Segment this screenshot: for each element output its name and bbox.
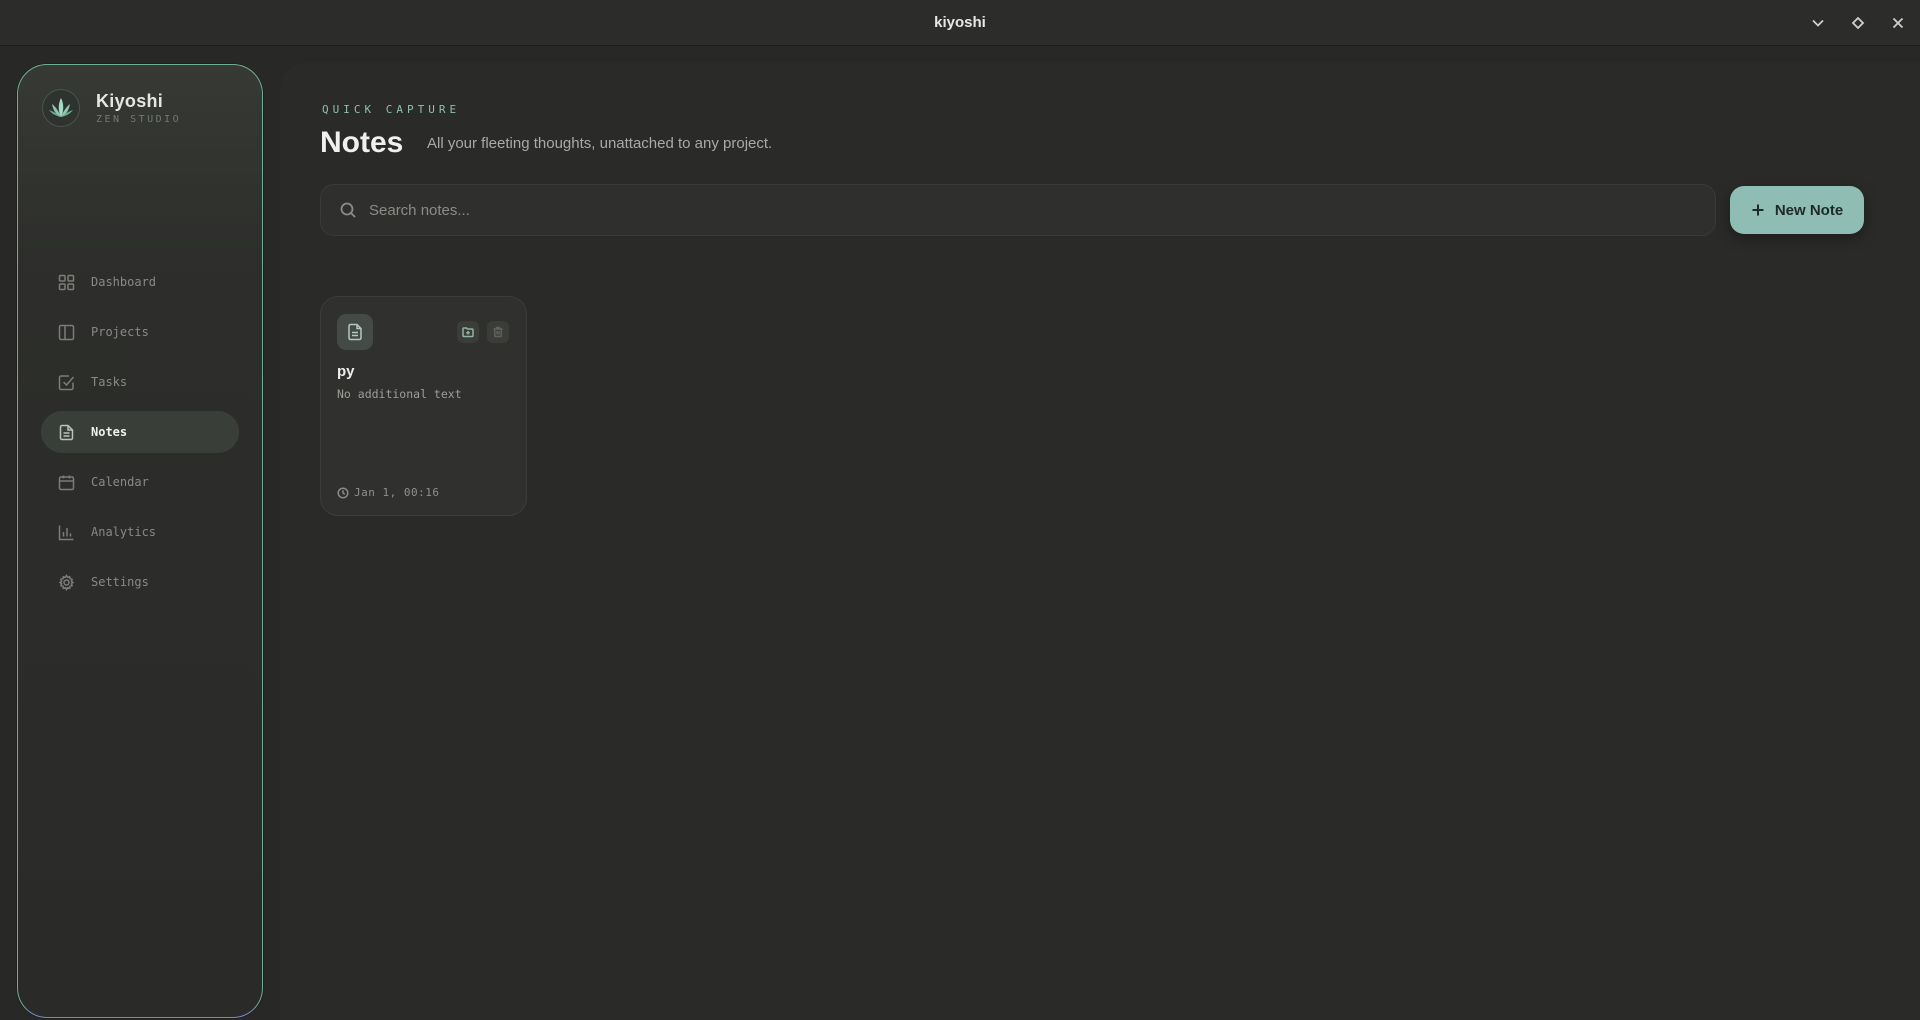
- new-note-label: New Note: [1774, 201, 1844, 219]
- search-input[interactable]: [369, 201, 1689, 219]
- main-panel: QUICK CAPTURE Notes All your fleeting th…: [280, 62, 1920, 1020]
- bar-chart-icon: [58, 525, 74, 540]
- maximize-button[interactable]: [1848, 13, 1868, 33]
- sidebar-item-label: Tasks: [91, 375, 128, 389]
- sidebar-item-projects[interactable]: Projects: [41, 311, 239, 353]
- lotus-leaf-icon: [49, 98, 73, 117]
- sidebar: Kiyoshi ZEN STUDIO Dashboard Projects Ta…: [17, 64, 263, 1018]
- close-button[interactable]: [1888, 13, 1908, 33]
- page-eyebrow: QUICK CAPTURE: [322, 103, 461, 116]
- sidebar-item-label: Settings: [91, 575, 149, 589]
- page-title: Notes: [320, 126, 404, 159]
- brand[interactable]: Kiyoshi ZEN STUDIO: [42, 89, 181, 127]
- columns-icon: [58, 324, 75, 340]
- minimize-button[interactable]: [1808, 13, 1828, 33]
- brand-text: Kiyoshi ZEN STUDIO: [96, 91, 181, 125]
- grid-icon: [58, 274, 75, 290]
- sidebar-item-calendar[interactable]: Calendar: [41, 461, 239, 503]
- document-icon: [348, 323, 362, 341]
- sidebar-item-label: Dashboard: [91, 275, 157, 289]
- sidebar-item-notes[interactable]: Notes: [41, 411, 239, 453]
- move-to-project-button[interactable]: [457, 321, 479, 343]
- search-bar[interactable]: [320, 184, 1716, 236]
- note-date: Jan 1, 00:16: [337, 486, 439, 499]
- note-card[interactable]: py No additional text Jan 1, 00:16: [320, 296, 527, 516]
- checkbox-icon: [58, 374, 75, 390]
- note-body: No additional text: [337, 387, 462, 401]
- chevron-down-icon: [1812, 19, 1824, 27]
- document-icon: [59, 424, 74, 440]
- window-titlebar: kiyoshi: [0, 0, 1920, 46]
- sidebar-item-label: Notes: [91, 425, 128, 439]
- sidebar-item-analytics[interactable]: Analytics: [41, 511, 239, 553]
- search-icon: [340, 202, 356, 218]
- clock-icon: [337, 486, 349, 499]
- page-subtitle: All your fleeting thoughts, unattached t…: [427, 135, 773, 152]
- plus-icon: [1752, 204, 1764, 216]
- new-note-button[interactable]: New Note: [1730, 186, 1864, 234]
- brand-subtitle: ZEN STUDIO: [96, 114, 182, 125]
- note-card-icon: [337, 314, 373, 350]
- close-icon: [1892, 17, 1904, 29]
- folder-plus-icon: [462, 327, 474, 338]
- sidebar-item-label: Analytics: [91, 525, 157, 539]
- delete-note-button[interactable]: [487, 321, 509, 343]
- note-date-text: Jan 1, 00:16: [354, 486, 440, 499]
- brand-logo: [42, 89, 80, 127]
- sidebar-item-dashboard[interactable]: Dashboard: [41, 261, 239, 303]
- sidebar-item-settings[interactable]: Settings: [41, 561, 239, 603]
- note-title: py: [337, 363, 355, 380]
- calendar-icon: [58, 475, 75, 490]
- diamond-icon: [1851, 16, 1865, 30]
- window-title: kiyoshi: [934, 14, 986, 31]
- sidebar-item-label: Calendar: [91, 475, 149, 489]
- sidebar-item-label: Projects: [91, 325, 149, 339]
- trash-icon: [493, 326, 503, 338]
- sidebar-item-tasks[interactable]: Tasks: [41, 361, 239, 403]
- gear-icon: [58, 573, 75, 591]
- window-controls: [1808, 0, 1908, 46]
- brand-name: Kiyoshi: [96, 91, 164, 111]
- note-card-actions: [457, 321, 509, 343]
